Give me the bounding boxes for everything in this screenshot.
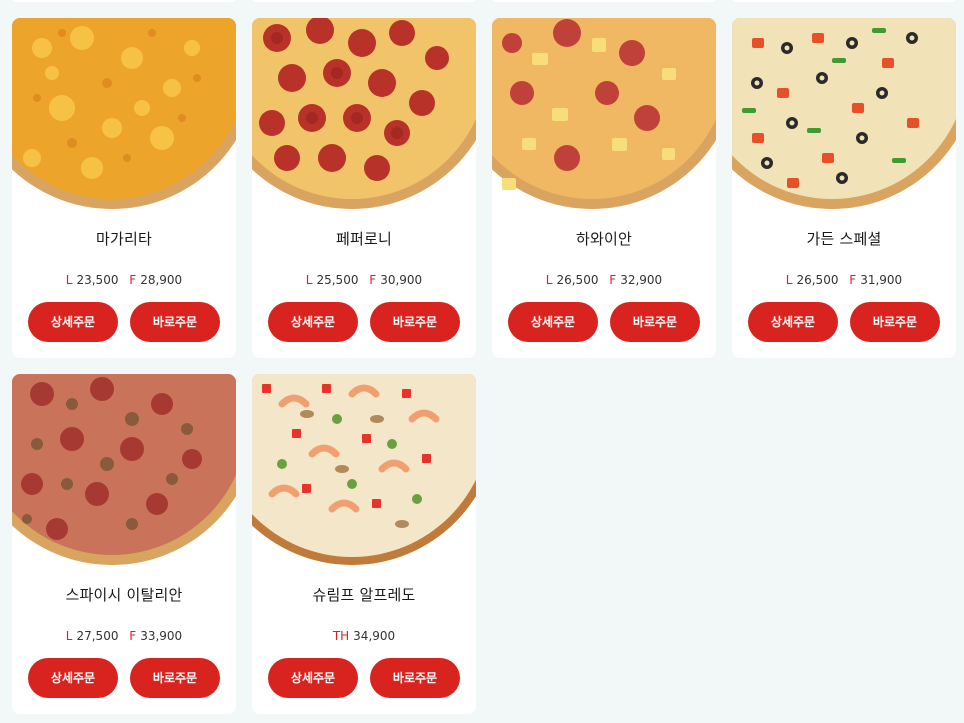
quick-order-button[interactable]: 바로주문 [610,302,700,342]
price-value: 30,900 [380,273,423,287]
price-value: 26,500 [556,273,599,287]
price-list: L 23,500 F 28,900 [12,273,236,287]
pizza-card-pepperoni[interactable]: 페퍼로니 L 25,500 F 30,900 상세주문 바로주문 [252,18,476,358]
detail-order-button[interactable]: 상세주문 [748,302,838,342]
price-value: 23,500 [76,273,119,287]
price-value: 31,900 [860,273,903,287]
pizza-image[interactable] [12,374,236,574]
pizza-name: 가든 스페셜 [806,230,882,248]
pizza-image[interactable] [12,18,236,218]
pizza-card-hawaiian[interactable]: 하와이안 L 26,500 F 32,900 상세주문 바로주문 [492,18,716,358]
price-list: L 27,500 F 33,900 [12,629,236,643]
size-label: L [65,629,73,643]
price-list: L 25,500 F 30,900 [252,273,476,287]
size-label: F [369,273,377,287]
pizza-card-garden-special[interactable]: 가든 스페셜 L 26,500 F 31,900 상세주문 바로주문 [732,18,956,358]
pizza-card-spicy-italian[interactable]: 스파이시 이탈리안 L 27,500 F 33,900 상세주문 바로주문 [12,374,236,714]
pizza-card-shrimp-alfredo[interactable]: 슈림프 알프레도 TH 34,900 상세주문 바로주문 [252,374,476,714]
spicy-italian-pizza-image [12,374,236,565]
pizza-image[interactable] [732,18,956,218]
size-label: F [609,273,617,287]
quick-order-button[interactable]: 바로주문 [370,658,460,698]
price-value: 27,500 [76,629,119,643]
price-value: 34,900 [353,629,396,643]
margherita-pizza-image [12,18,236,209]
pizza-image[interactable] [252,374,476,574]
price-list: L 26,500 F 31,900 [732,273,956,287]
pizza-name: 마가리타 [95,230,152,248]
price-value: 32,900 [620,273,663,287]
shrimp-alfredo-pizza-image [252,374,476,565]
card-edge [12,0,236,2]
previous-row-card-edges [0,0,964,2]
quick-order-button[interactable]: 바로주문 [850,302,940,342]
size-label: F [129,629,137,643]
size-label: F [849,273,857,287]
price-value: 26,500 [796,273,839,287]
size-label: L [305,273,313,287]
quick-order-button[interactable]: 바로주문 [130,658,220,698]
price-list: L 26,500 F 32,900 [492,273,716,287]
size-label: L [65,273,73,287]
pizza-name: 슈림프 알프레도 [312,586,416,604]
pizza-card-margherita[interactable]: 마가리타 L 23,500 F 28,900 상세주문 바로주문 [12,18,236,358]
card-edge [252,0,476,2]
size-label: L [785,273,793,287]
pizza-name: 페퍼로니 [335,230,392,248]
price-value: 25,500 [316,273,359,287]
price-value: 28,900 [140,273,183,287]
pepperoni-pizza-image [252,18,476,209]
price-list: TH 34,900 [252,629,476,643]
detail-order-button[interactable]: 상세주문 [268,658,358,698]
quick-order-button[interactable]: 바로주문 [130,302,220,342]
pizza-name: 스파이시 이탈리안 [65,586,183,604]
detail-order-button[interactable]: 상세주문 [508,302,598,342]
card-edge [492,0,716,2]
size-label: L [545,273,553,287]
size-label: F [129,273,137,287]
size-label: TH [332,629,350,643]
pizza-name: 하와이안 [575,230,632,248]
detail-order-button[interactable]: 상세주문 [28,302,118,342]
quick-order-button[interactable]: 바로주문 [370,302,460,342]
detail-order-button[interactable]: 상세주문 [268,302,358,342]
garden-special-pizza-image [732,18,956,209]
card-edge [732,0,956,2]
hawaiian-pizza-image [492,18,716,209]
pizza-image[interactable] [252,18,476,218]
pizza-image[interactable] [492,18,716,218]
price-value: 33,900 [140,629,183,643]
detail-order-button[interactable]: 상세주문 [28,658,118,698]
